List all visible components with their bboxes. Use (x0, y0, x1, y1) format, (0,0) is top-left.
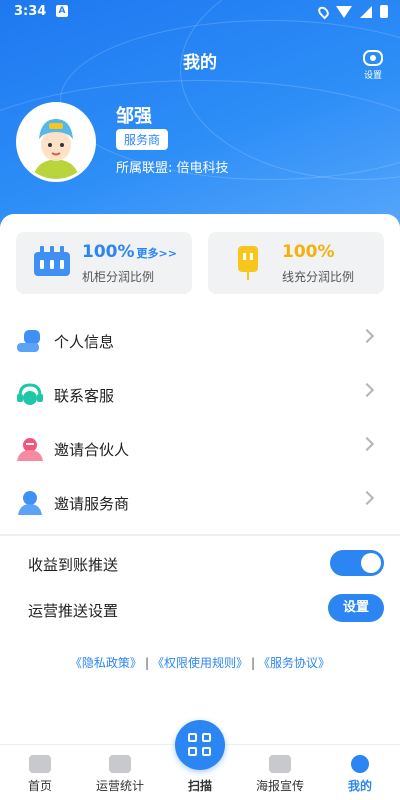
avatar-illustration (19, 105, 93, 179)
section-divider (0, 534, 400, 536)
chevron-right-icon (359, 382, 375, 398)
profile-icon (351, 755, 369, 773)
settings-label: 设置 (363, 71, 382, 81)
status-time: 3:34 (14, 4, 47, 19)
permission-rules-link[interactable]: 《权限使用规则》 (152, 656, 248, 670)
page-title: 我的 (183, 53, 217, 73)
agreement-links: 《隐私政策》 | 《权限使用规则》 | 《服务协议》 (0, 654, 400, 671)
tab-operations-stats[interactable]: 运营统计 (80, 745, 160, 800)
power-bank-cabinet-icon (34, 246, 70, 276)
user-icon (16, 490, 44, 516)
status-bar: 3:34 A (0, 0, 400, 24)
cabinet-share-card[interactable]: 100% 更多>> 机柜分润比例 (16, 232, 192, 294)
privacy-policy-link[interactable]: 《隐私政策》 (70, 656, 142, 670)
menu-label: 联系客服 (54, 387, 115, 405)
charging-cable-icon (238, 246, 258, 280)
menu-item-invite-provider[interactable]: 邀请服务商 (0, 476, 400, 530)
headset-icon (16, 382, 44, 408)
cabinet-share-value-row: 100% 更多>> (82, 242, 177, 262)
cable-share-card[interactable]: 100% 线充分润比例 (208, 232, 384, 294)
battery-icon (380, 5, 388, 18)
link-separator: | (251, 656, 256, 670)
menu-label: 个人信息 (54, 333, 115, 351)
menu-label: 邀请服务商 (54, 495, 130, 513)
location-icon (316, 4, 331, 19)
cable-share-label: 线充分润比例 (282, 270, 355, 284)
chart-icon (109, 755, 131, 773)
income-push-row: 收益到账推送 (0, 544, 400, 584)
settings-icon (363, 50, 383, 66)
menu-item-invite-partner[interactable]: 邀请合伙人 (0, 422, 400, 476)
tab-label: 我的 (347, 779, 372, 793)
role-badge: 服务商 (116, 129, 169, 150)
link-separator: | (144, 656, 149, 670)
poster-icon (269, 755, 291, 773)
cabinet-share-label: 机柜分润比例 (82, 270, 155, 284)
tab-label: 扫描 (187, 779, 212, 793)
tab-home[interactable]: 首页 (0, 745, 80, 800)
cabinet-share-value: 100% (82, 242, 135, 262)
app-notification-icon: A (56, 5, 68, 17)
wifi-icon (336, 5, 352, 18)
ops-push-row: 运营推送设置 设置 (0, 590, 400, 630)
income-push-toggle[interactable] (330, 550, 384, 576)
service-agreement-link[interactable]: 《服务协议》 (258, 656, 330, 670)
tab-label: 海报宣传 (255, 779, 304, 793)
chevron-right-icon (359, 328, 375, 344)
signal-icon (360, 5, 372, 18)
tab-label: 首页 (27, 779, 52, 793)
alliance-text: 所属联盟: 倍电科技 (116, 161, 229, 176)
partner-icon (16, 436, 44, 462)
user-name: 邹强 (116, 106, 152, 127)
chevron-right-icon (359, 436, 375, 452)
home-icon (29, 755, 51, 773)
menu-item-personal-info[interactable]: 个人信息 (0, 314, 400, 368)
income-push-label: 收益到账推送 (28, 556, 119, 574)
person-card-icon (16, 328, 44, 354)
avatar[interactable] (16, 102, 96, 182)
scan-button[interactable] (175, 720, 225, 770)
tab-label: 运营统计 (95, 779, 144, 793)
more-link[interactable]: 更多>> (137, 247, 177, 260)
settings-button[interactable]: 设置 (360, 50, 386, 81)
chevron-right-icon (359, 490, 375, 506)
menu-item-contact-support[interactable]: 联系客服 (0, 368, 400, 422)
menu-label: 邀请合伙人 (54, 441, 130, 459)
tab-mine[interactable]: 我的 (320, 745, 400, 800)
ops-push-settings-button[interactable]: 设置 (328, 594, 384, 622)
ops-push-label: 运营推送设置 (28, 602, 119, 620)
cable-share-value: 100% (282, 242, 335, 262)
tab-poster[interactable]: 海报宣传 (240, 745, 320, 800)
status-icons (316, 4, 388, 19)
